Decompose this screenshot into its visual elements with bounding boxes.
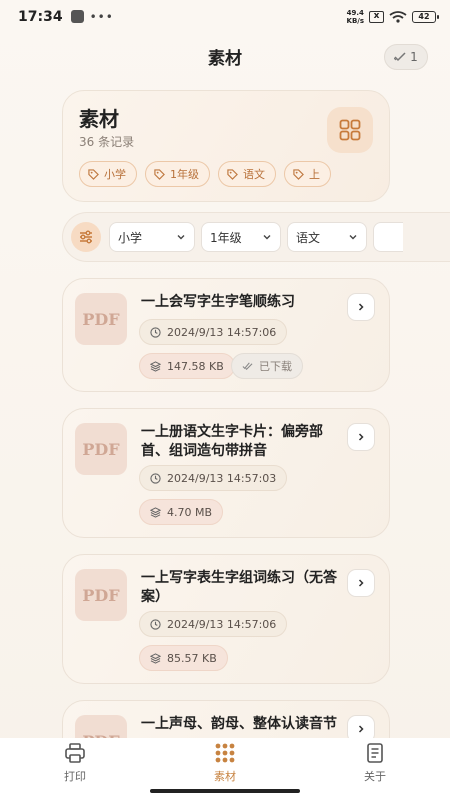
page-title: 素材 xyxy=(208,48,242,69)
material-size: 4.70 MB xyxy=(167,505,213,519)
open-material-button[interactable] xyxy=(347,569,375,597)
level-select-value: 小学 xyxy=(118,230,143,245)
nav-item-print[interactable]: 打印 xyxy=(0,738,150,800)
network-speed: 49.4 KB/s xyxy=(347,9,364,25)
subject-select-value: 语文 xyxy=(296,230,321,245)
layers-icon xyxy=(150,360,161,372)
home-indicator[interactable] xyxy=(150,789,300,793)
sliders-icon xyxy=(80,230,92,244)
date-pill: 2024/9/13 14:57:03 xyxy=(139,465,288,491)
tag-icon xyxy=(88,168,99,180)
pdf-thumbnail: PDF xyxy=(75,569,127,621)
tag-icon xyxy=(154,168,165,180)
nav-label-materials: 素材 xyxy=(214,770,236,783)
tag-icon xyxy=(227,168,238,180)
record-count: 36 条记录 xyxy=(79,135,135,149)
status-bar: 17:34 ••• 49.4 KB/s x 42 xyxy=(0,0,450,34)
filter-bar: 小学 1年级 语文 xyxy=(62,212,450,262)
wifi-icon xyxy=(389,11,407,23)
double-check-icon xyxy=(242,361,253,370)
clock-icon xyxy=(150,472,161,484)
printer-icon xyxy=(65,743,85,763)
chevron-right-icon xyxy=(358,303,364,311)
status-right: 49.4 KB/s x 42 xyxy=(347,9,439,25)
check-icon xyxy=(394,52,406,62)
material-title: 一上声母、韵母、整体认读音节 xyxy=(141,716,337,732)
material-title: 一上册语文生字卡片：偏旁部首、组词造句带拼音 xyxy=(141,424,323,459)
status-left-icons: ••• xyxy=(70,10,114,24)
nav-label-about: 关于 xyxy=(364,770,386,783)
nav-label-print: 打印 xyxy=(64,770,86,783)
tag-term[interactable]: 上 xyxy=(284,161,331,187)
tag-label: 语文 xyxy=(243,168,265,181)
summary-card: 素材 36 条记录 小学 1年级 语文 上 xyxy=(62,90,390,202)
pdf-thumbnail: PDF xyxy=(75,423,127,475)
date-pill: 2024/9/13 14:57:06 xyxy=(139,319,288,345)
no-sim-icon: x xyxy=(369,11,384,23)
material-date: 2024/9/13 14:57:03 xyxy=(167,471,277,485)
document-icon xyxy=(367,743,383,763)
header: 素材 1 xyxy=(0,36,450,76)
grid-view-button[interactable] xyxy=(327,107,373,153)
term-select[interactable] xyxy=(373,222,403,252)
size-pill: 85.57 KB xyxy=(139,645,228,671)
tag-label: 1年级 xyxy=(170,168,199,181)
battery-icon: 42 xyxy=(412,11,439,23)
status-time: 17:34 xyxy=(18,9,63,25)
network-speed-value: 49.4 xyxy=(346,9,364,17)
material-date: 2024/9/13 14:57:06 xyxy=(167,617,277,631)
grade-select-value: 1年级 xyxy=(210,230,242,245)
chevron-right-icon xyxy=(358,579,364,587)
open-material-button[interactable] xyxy=(347,423,375,451)
material-card[interactable]: PDF 一上会写字生字笔顺练习 2024/9/13 14:57:06 147.5… xyxy=(62,278,390,392)
filter-settings-button[interactable] xyxy=(71,222,101,252)
more-notifications-icon: ••• xyxy=(89,10,114,24)
material-size: 85.57 KB xyxy=(167,651,217,665)
material-title: 一上写字表生字组词练习（无答案） xyxy=(141,570,337,605)
tags-row: 小学 1年级 语文 上 xyxy=(79,161,331,187)
tag-level[interactable]: 小学 xyxy=(79,161,137,187)
downloaded-pill: 已下载 xyxy=(231,353,303,379)
grade-select[interactable]: 1年级 xyxy=(201,222,281,252)
size-pill: 4.70 MB xyxy=(139,499,224,525)
chevron-down-icon xyxy=(177,235,185,240)
download-count: 1 xyxy=(410,50,418,64)
pdf-thumbnail: PDF xyxy=(75,293,127,345)
chevron-right-icon xyxy=(358,433,364,441)
download-status: 已下载 xyxy=(259,360,292,373)
app-notification-icon xyxy=(70,10,84,23)
tag-grade[interactable]: 1年级 xyxy=(145,161,210,187)
layers-icon xyxy=(150,652,161,664)
material-card[interactable]: PDF 一上写字表生字组词练习（无答案） 2024/9/13 14:57:06 … xyxy=(62,554,390,684)
nav-item-about[interactable]: 关于 xyxy=(300,738,450,800)
summary-title: 素材 xyxy=(79,107,119,131)
material-card[interactable]: PDF 一上册语文生字卡片：偏旁部首、组词造句带拼音 2024/9/13 14:… xyxy=(62,408,390,538)
clock-icon xyxy=(150,618,161,630)
layers-icon xyxy=(150,506,161,518)
size-pill: 147.58 KB xyxy=(139,353,235,379)
tag-label: 上 xyxy=(309,168,320,181)
clock-icon xyxy=(150,326,161,338)
subject-select[interactable]: 语文 xyxy=(287,222,367,252)
chevron-down-icon xyxy=(263,235,271,240)
chevron-right-icon xyxy=(358,725,364,733)
open-material-button[interactable] xyxy=(347,293,375,321)
tag-subject[interactable]: 语文 xyxy=(218,161,276,187)
grid-icon xyxy=(339,119,361,141)
material-size: 147.58 KB xyxy=(167,359,224,373)
level-select[interactable]: 小学 xyxy=(109,222,195,252)
date-pill: 2024/9/13 14:57:06 xyxy=(139,611,288,637)
tag-icon xyxy=(293,168,304,180)
material-title: 一上会写字生字笔顺练习 xyxy=(141,294,295,310)
download-count-button[interactable]: 1 xyxy=(384,44,428,70)
material-date: 2024/9/13 14:57:06 xyxy=(167,325,277,339)
tag-label: 小学 xyxy=(104,168,126,181)
chevron-down-icon xyxy=(349,235,357,240)
network-speed-unit: KB/s xyxy=(346,17,364,25)
apps-grid-icon xyxy=(215,743,235,763)
